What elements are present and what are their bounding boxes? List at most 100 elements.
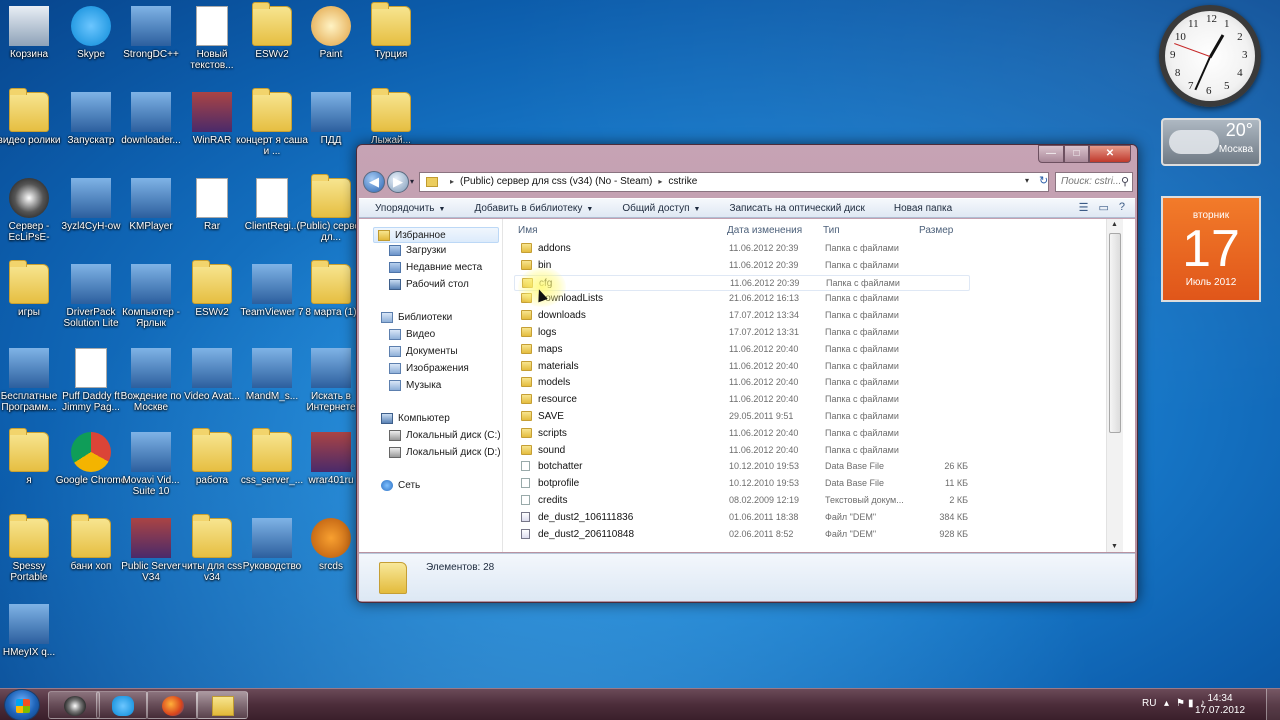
file-type: Папка с файлами — [825, 310, 899, 321]
folder-icon — [371, 2, 411, 46]
file-row[interactable]: credits 08.02.2009 12:19 Текстовый докум..… — [514, 493, 970, 509]
view-options-icon[interactable]: ☰ — [1079, 201, 1089, 214]
file-row[interactable]: downloads 17.07.2012 13:34 Папка с файлами — [514, 308, 970, 324]
nav-libraries[interactable]: Библиотеки — [381, 312, 452, 323]
file-row[interactable]: resource 11.06.2012 20:40 Папка с файлами — [514, 392, 970, 408]
file-row[interactable]: cfg11.06.2012 20:39Папка с файлами — [514, 274, 970, 291]
close-button[interactable]: ✕ — [1089, 145, 1131, 163]
network-tray-icon[interactable]: ▮ — [1188, 698, 1194, 709]
nav-drive-c[interactable]: Локальный диск (C:) — [389, 430, 501, 441]
file-name: maps — [538, 343, 563, 355]
file-row[interactable]: models 11.06.2012 20:40 Папка с файлами — [514, 375, 970, 391]
search-placeholder: Поиск: cstri... — [1061, 176, 1122, 187]
file-type: Папка с файлами — [825, 360, 899, 371]
nav-drive-d[interactable]: Локальный диск (D:) — [389, 447, 501, 458]
show-desktop-button[interactable] — [1266, 689, 1280, 720]
app-icon — [252, 264, 292, 304]
file-date: 11.06.2012 20:40 — [729, 394, 799, 405]
nav-desktop[interactable]: Рабочий стол — [389, 279, 469, 290]
nav-recent-places[interactable]: Недавние места — [389, 262, 482, 273]
minimize-button[interactable]: — — [1038, 145, 1064, 163]
address-bar[interactable]: ▸ (Public) сервер для css (v34) (No - St… — [419, 172, 1049, 192]
nav-downloads[interactable]: Загрузки — [389, 245, 446, 256]
clock[interactable]: 14:34 17.07.2012 — [1194, 693, 1246, 717]
taskbar-explorer[interactable] — [196, 691, 248, 719]
maximize-button[interactable]: □ — [1064, 145, 1089, 163]
organize-menu[interactable]: Упорядочить ▼ — [359, 203, 458, 214]
file-row[interactable]: scripts 11.06.2012 20:40 Папка с файлами — [514, 426, 970, 442]
clock-gadget[interactable]: 12 1 2 3 4 5 6 7 8 9 10 11 — [1159, 5, 1261, 107]
folder-icon — [521, 310, 532, 321]
file-row[interactable]: materials 11.06.2012 20:40 Папка с файлами — [514, 359, 970, 375]
address-dropdown-icon[interactable]: ▾ — [1025, 176, 1029, 185]
nav-video[interactable]: Видео — [389, 329, 435, 340]
search-input[interactable]: Поиск: cstri... ⚲ — [1055, 172, 1133, 192]
vertical-scrollbar[interactable]: ▲ ▼ — [1106, 219, 1123, 552]
breadcrumb-public-server[interactable]: (Public) сервер для css (v34) (No - Stea… — [460, 173, 652, 191]
weather-gadget[interactable]: 20° Москва — [1161, 118, 1261, 166]
file-row[interactable]: maps 11.06.2012 20:40 Папка с файлами — [514, 342, 970, 358]
explorer-window[interactable]: — □ ✕ ◀ ▶ ▾ ▸ (Public) сервер для css (v… — [356, 144, 1138, 603]
file-row[interactable]: logs 17.07.2012 13:31 Папка с файлами — [514, 325, 970, 341]
desktop-icon — [389, 279, 401, 290]
file-row[interactable]: botprofile 10.12.2010 19:53 Data Base File… — [514, 476, 970, 492]
scroll-down-icon[interactable]: ▼ — [1111, 543, 1118, 550]
forward-button[interactable]: ▶ — [387, 171, 409, 193]
nav-network[interactable]: Сеть — [381, 480, 420, 491]
file-row[interactable]: de_dust2_106111836 01.06.2011 18:38 Файл "… — [514, 510, 970, 526]
file-row[interactable]: DownloadLists 21.06.2012 16:13 Папка с фай… — [514, 291, 970, 307]
scroll-up-icon[interactable]: ▲ — [1111, 221, 1118, 228]
column-name[interactable]: Имя — [518, 225, 537, 236]
counter-strike-icon — [64, 696, 86, 716]
file-date: 11.06.2012 20:39 — [730, 277, 800, 288]
file-row[interactable]: de_dust2_206110848 02.06.2011 8:52 Файл "D… — [514, 527, 970, 543]
desktop-icon[interactable]: Лыжай... — [355, 88, 427, 146]
file-row[interactable]: SAVE 29.05.2011 9:51 Папка с файлами — [514, 409, 970, 425]
burn-disc-button[interactable]: Записать на оптический диск — [713, 203, 877, 214]
details-pane: Элементов: 28 — [359, 553, 1135, 601]
nav-pictures[interactable]: Изображения — [389, 363, 469, 374]
file-name: materials — [538, 360, 579, 372]
add-to-library-menu[interactable]: Добавить в библиотеку ▼ — [458, 203, 606, 214]
breadcrumb-chevron-icon[interactable]: ▸ — [450, 173, 454, 191]
app-icon — [131, 432, 171, 472]
file-row[interactable]: botchatter 10.12.2010 19:53 Data Base File… — [514, 459, 970, 475]
clock-numeral: 7 — [1188, 80, 1194, 93]
nav-music[interactable]: Музыка — [389, 380, 441, 391]
column-date[interactable]: Дата изменения — [727, 225, 802, 236]
action-center-icon[interactable]: ⚑ — [1176, 698, 1185, 709]
breadcrumb-chevron-icon[interactable]: ▸ — [658, 173, 662, 191]
desktop-icon[interactable]: Турция — [355, 2, 427, 60]
column-size[interactable]: Размер — [919, 225, 953, 236]
file-type: Папка с файлами — [825, 394, 899, 405]
desktop-icon[interactable]: HMeyIX q... — [0, 604, 65, 658]
share-menu[interactable]: Общий доступ ▼ — [606, 203, 713, 214]
nav-computer[interactable]: Компьютер — [381, 413, 450, 424]
refresh-icon[interactable]: ↻ — [1039, 174, 1048, 187]
file-date: 10.12.2010 19:53 — [729, 461, 800, 472]
column-type[interactable]: Тип — [823, 225, 840, 236]
second-hand — [1174, 43, 1211, 57]
time-text: 14:34 — [1207, 693, 1233, 704]
file-row[interactable]: bin 11.06.2012 20:39 Папка с файлами — [514, 258, 970, 274]
scroll-thumb[interactable] — [1109, 233, 1121, 433]
nav-documents[interactable]: Документы — [389, 346, 458, 357]
taskbar-counter-strike[interactable] — [48, 691, 100, 719]
file-list[interactable]: Имя Дата изменения Тип Размер addons 11.0… — [504, 219, 1123, 552]
file-row[interactable]: sound 11.06.2012 20:40 Папка с файлами — [514, 443, 970, 459]
recent-pages-dropdown[interactable]: ▾ — [410, 177, 414, 186]
calendar-gadget[interactable]: вторник 17 Июль 2012 — [1161, 196, 1261, 302]
preview-pane-icon[interactable]: ▭ — [1098, 201, 1108, 214]
file-row[interactable]: addons 11.06.2012 20:39 Папка с файлами — [514, 241, 970, 257]
taskbar-firefox[interactable] — [146, 691, 198, 719]
new-folder-button[interactable]: Новая папка — [878, 203, 965, 214]
back-button[interactable]: ◀ — [363, 171, 385, 193]
tray-expand-icon[interactable]: ▴ — [1164, 698, 1169, 709]
start-button[interactable] — [4, 689, 40, 720]
language-indicator[interactable]: RU — [1142, 698, 1156, 709]
breadcrumb-cstrike[interactable]: cstrike — [668, 173, 697, 191]
nav-favorites[interactable]: Избранное — [373, 227, 499, 243]
help-icon[interactable]: ? — [1119, 201, 1125, 214]
taskbar-skype[interactable] — [96, 691, 148, 719]
folder-icon — [311, 174, 351, 218]
